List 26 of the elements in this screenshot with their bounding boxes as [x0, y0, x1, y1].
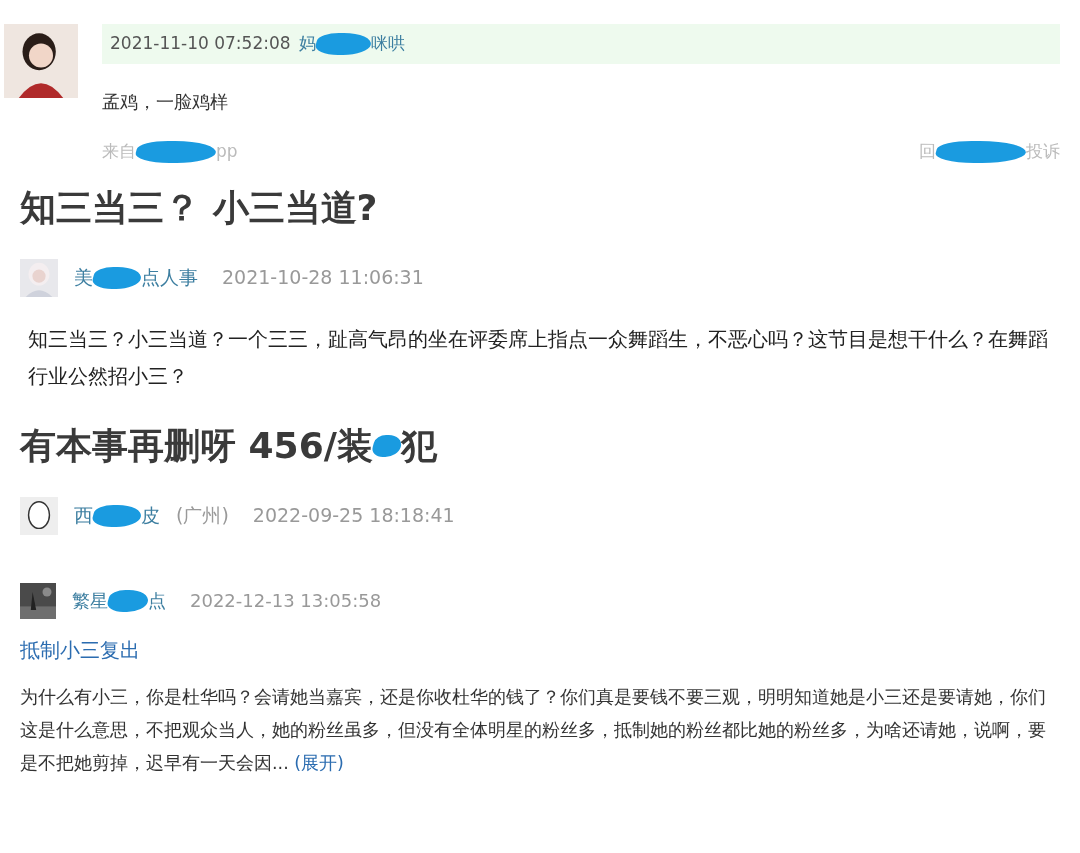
username: 咪哄: [370, 32, 405, 56]
expand-link[interactable]: (展开): [294, 752, 344, 773]
post-body: 知三当三？小三当道？一个三三，趾高气昂的坐在评委席上指点一众舞蹈生，不恶心吗？这节目是想干什么？在舞蹈行业公然招小三？: [28, 325, 1049, 390]
timestamp: 2022-09-25 18:18:41: [252, 503, 455, 529]
timestamp: 2022-12-13 13:05:58: [190, 589, 382, 613]
review-body: 为什么有小三，你是杜华吗？会请她当嘉宾，还是你收杜华的钱了？你们真是要钱不要三观，明明知道她是小三还是要请她，你们这是什么意思，不把观众当人，她的粉丝虽多，但没有全体明星的粉丝多，抵制她的粉丝都比她的粉丝多，为啥还请她，说啊，要是不把她剪掉，迟早有一天会因... (展开): [20, 685, 1047, 775]
post-heading: 有本事再删呀 456/装: [20, 423, 373, 468]
username: 西: [74, 503, 93, 529]
username: 妈: [298, 32, 316, 56]
comment-text: 孟鸡，一脸鸡样: [102, 90, 229, 114]
timestamp: 2021-11-10 07:52:08: [110, 32, 291, 56]
action-text: 回: [919, 140, 936, 163]
location-text: (广州): [176, 503, 229, 529]
post-heading: 犯: [400, 423, 437, 468]
username: 美: [74, 265, 93, 291]
username: 点: [148, 589, 166, 613]
post-heading: 知三当三？ 小三当道?: [20, 185, 378, 230]
source-text: 来自: [102, 140, 136, 163]
avatar-head-icon: [20, 496, 58, 535]
action-text: 投诉: [1026, 140, 1060, 163]
review-title-link[interactable]: 抵制小三复出: [20, 634, 1076, 665]
username: 皮: [141, 503, 160, 529]
username: 繁星: [72, 589, 108, 613]
timestamp: 2021-10-28 11:06:31: [222, 265, 424, 291]
source-text: pp: [216, 140, 238, 163]
username: 点人事: [141, 265, 198, 291]
